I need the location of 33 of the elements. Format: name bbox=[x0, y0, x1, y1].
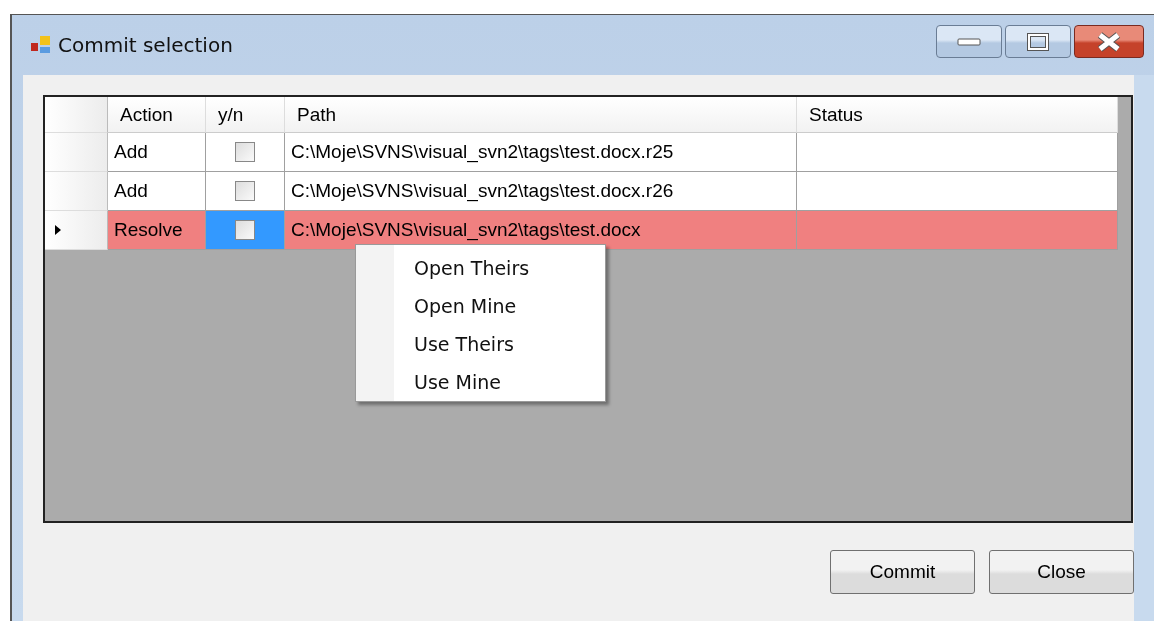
checkbox[interactable] bbox=[235, 142, 255, 162]
checkbox[interactable] bbox=[235, 220, 255, 240]
close-button[interactable] bbox=[1074, 25, 1144, 58]
maximize-icon bbox=[1027, 32, 1049, 51]
table-cell: Resolve bbox=[108, 211, 206, 250]
table-cell: C:\Moje\SVNS\visual_svn2\tags\test.docx.r26 bbox=[285, 172, 797, 211]
dialog-button[interactable]: Commit bbox=[830, 550, 975, 594]
column-header[interactable]: Action bbox=[108, 97, 206, 133]
minimize-icon bbox=[957, 37, 981, 46]
table-cell: Add bbox=[108, 172, 206, 211]
column-header[interactable]: Path bbox=[285, 97, 797, 133]
table-cell: C:\Moje\SVNS\visual_svn2\tags\test.docx bbox=[285, 211, 797, 250]
app-icon bbox=[30, 35, 52, 55]
dialog-button[interactable]: Close bbox=[989, 550, 1134, 594]
row-header[interactable] bbox=[45, 211, 108, 250]
row-header-corner bbox=[45, 97, 108, 133]
menu-item[interactable]: Open Theirs bbox=[394, 249, 530, 287]
window-title: Commit selection bbox=[58, 33, 233, 57]
checkbox-cell[interactable] bbox=[206, 172, 285, 211]
minimize-button[interactable] bbox=[936, 25, 1002, 58]
menu-item[interactable]: Open Mine bbox=[394, 287, 530, 325]
checkbox-cell[interactable] bbox=[206, 133, 285, 172]
table-cell: Add bbox=[108, 133, 206, 172]
checkbox-cell[interactable] bbox=[206, 211, 285, 250]
table-cell: C:\Moje\SVNS\visual_svn2\tags\test.docx.r25 bbox=[285, 133, 797, 172]
close-icon bbox=[1096, 31, 1122, 52]
column-header[interactable]: Status bbox=[797, 97, 1118, 133]
menu-item[interactable]: Use Mine bbox=[394, 363, 530, 401]
menu-item[interactable]: Use Theirs bbox=[394, 325, 530, 363]
column-header[interactable]: y/n bbox=[206, 97, 285, 133]
checkbox[interactable] bbox=[235, 181, 255, 201]
maximize-button[interactable] bbox=[1005, 25, 1071, 58]
current-row-arrow-icon bbox=[55, 225, 61, 235]
